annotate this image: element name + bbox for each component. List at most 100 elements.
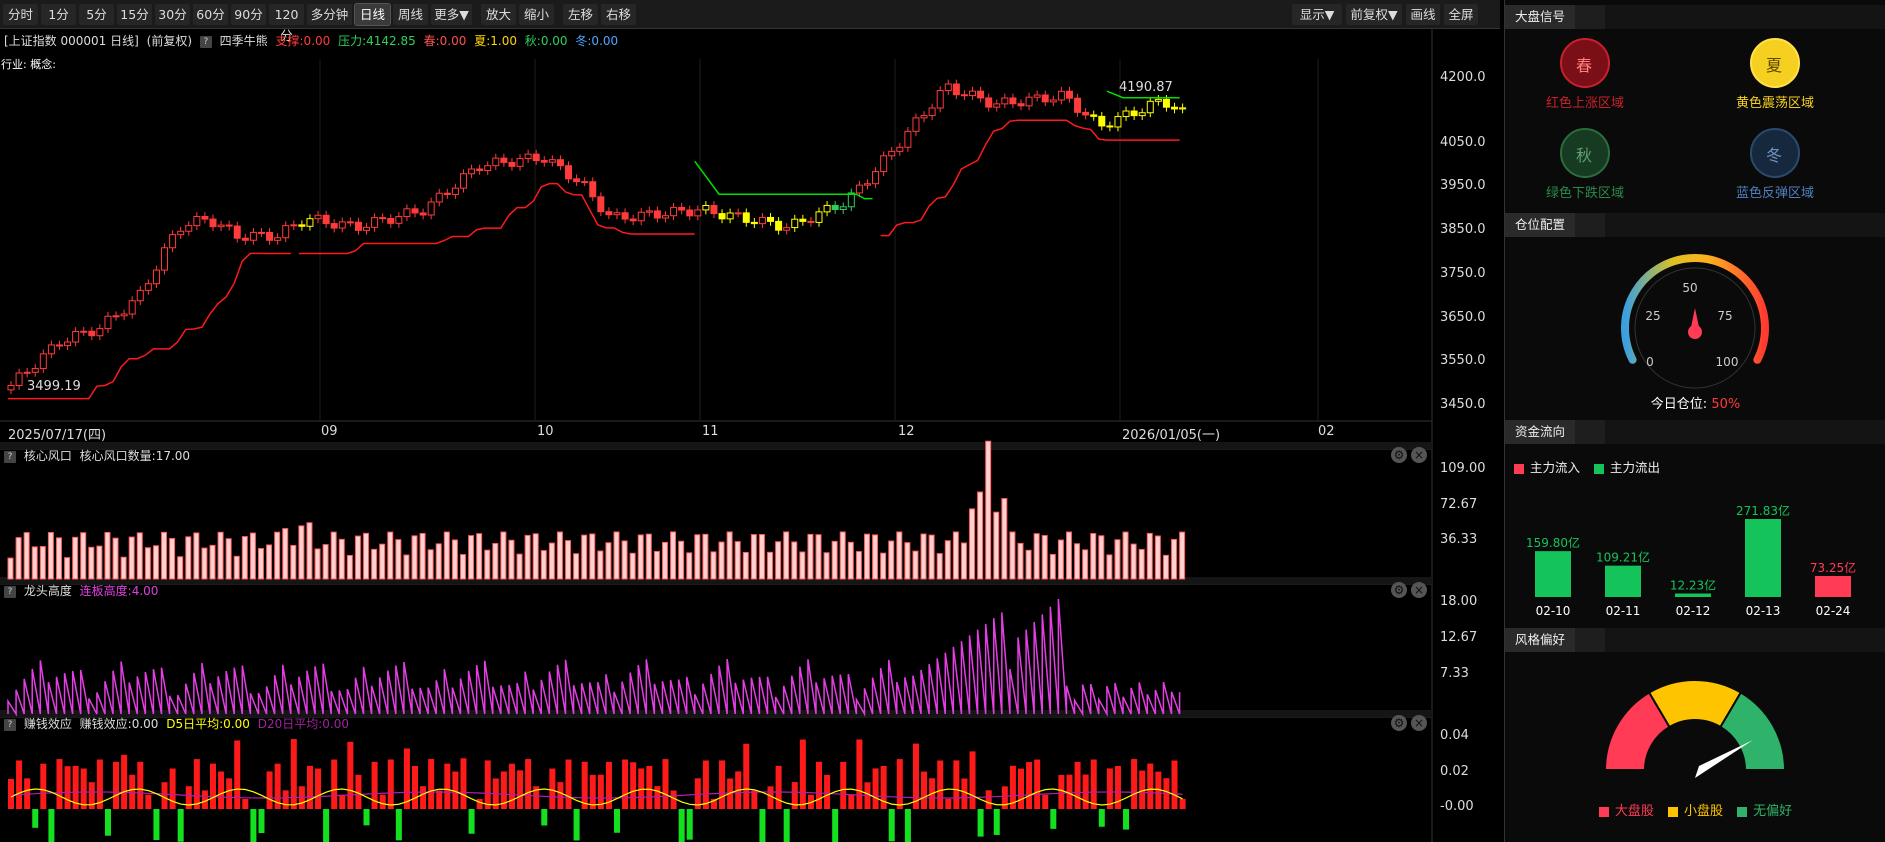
gear-icon[interactable]: ⚙ <box>1391 582 1407 598</box>
candle-body <box>904 130 912 148</box>
period-button[interactable]: 1分 <box>41 4 76 25</box>
help-icon[interactable]: ? <box>4 585 16 598</box>
panel2-tick: 12.67 <box>1440 630 1478 645</box>
core-theme-bar <box>23 532 30 580</box>
core-theme-bar <box>904 542 911 580</box>
core-theme-bar <box>694 534 701 580</box>
core-theme-bar <box>468 535 475 580</box>
summer-value: 夏:1.00 <box>474 34 517 48</box>
candle-body <box>371 217 379 228</box>
close-icon[interactable]: × <box>1411 447 1427 463</box>
toolbar-right-button[interactable]: 显示▼ <box>1292 4 1342 25</box>
period-button[interactable]: 分时 <box>3 4 38 25</box>
panel1-tick: 109.00 <box>1440 461 1486 476</box>
period-button[interactable]: 左移 <box>563 4 598 25</box>
close-icon[interactable]: × <box>1411 715 1427 731</box>
money-effect-bar <box>80 768 87 809</box>
period-button[interactable]: 多分钟 <box>307 4 352 25</box>
candle-body <box>993 103 1001 108</box>
money-effect-bar <box>210 763 216 809</box>
core-theme-bar <box>322 544 329 580</box>
core-theme-bar <box>920 533 927 580</box>
money-effect-bar <box>1179 798 1186 809</box>
core-theme-bar <box>451 539 458 580</box>
money-effect-bar <box>775 765 782 809</box>
money-effect-bar <box>339 794 346 809</box>
core-theme-bar <box>169 537 176 580</box>
candle-body <box>274 237 282 241</box>
money-effect-bar <box>783 809 790 842</box>
close-icon[interactable]: × <box>1411 582 1427 598</box>
period-button[interactable]: 日线 <box>354 3 391 26</box>
money-effect-bar <box>888 809 895 842</box>
core-theme-bar <box>1041 535 1048 580</box>
period-button[interactable]: 更多▼ <box>431 4 472 25</box>
candle-body <box>548 159 556 163</box>
period-button[interactable]: 右移 <box>601 4 636 25</box>
core-theme-bar <box>7 557 14 580</box>
candle-body <box>136 289 144 302</box>
toolbar-right-button[interactable]: 画线 <box>1406 4 1440 25</box>
period-button[interactable]: 60分 <box>193 4 228 25</box>
period-button[interactable]: 90分 <box>231 4 266 25</box>
toolbar-right-button[interactable]: 全屏 <box>1444 4 1478 25</box>
core-theme-bar <box>1106 554 1113 580</box>
gear-icon[interactable]: ⚙ <box>1391 715 1407 731</box>
core-theme-bar <box>209 544 216 580</box>
candle-body <box>1082 111 1090 116</box>
help-icon[interactable]: ? <box>4 718 16 731</box>
money-effect-bar <box>137 761 144 809</box>
candle-body <box>823 204 831 213</box>
candle-body <box>1017 103 1025 107</box>
gear-icon[interactable]: ⚙ <box>1391 447 1407 463</box>
core-theme-bar <box>1090 533 1097 580</box>
price-tick: 4050.0 <box>1440 135 1486 150</box>
period-button[interactable]: 120分 <box>269 4 304 43</box>
core-theme-bar <box>1179 531 1186 580</box>
core-theme-bar <box>605 542 612 580</box>
help-icon[interactable]: ? <box>199 35 212 48</box>
money-effect-bar <box>662 759 669 809</box>
flow-date-label: 02-13 <box>1746 604 1781 618</box>
period-button[interactable]: 缩小 <box>519 4 554 25</box>
core-theme-bar <box>1033 533 1040 580</box>
money-effect-bar <box>953 760 960 809</box>
money-effect-bar <box>412 765 418 809</box>
winter-shield-icon: 冬 <box>1750 128 1800 178</box>
candle-body <box>128 300 136 315</box>
period-button[interactable]: 30分 <box>155 4 190 25</box>
toolbar-right-button[interactable]: 前复权▼ <box>1346 4 1402 25</box>
candle-body <box>936 90 944 109</box>
period-button[interactable]: 放大 <box>481 4 516 25</box>
flow-bar <box>1535 551 1571 597</box>
candle-body <box>185 225 193 232</box>
candle-body <box>80 330 88 333</box>
help-icon[interactable]: ? <box>4 450 16 463</box>
candle-body <box>314 214 322 220</box>
candle-body <box>169 234 177 249</box>
today-position: 今日仓位: 50% <box>1650 397 1741 412</box>
core-theme-bar <box>524 534 531 580</box>
high-price-label: 4190.87 <box>1119 80 1173 95</box>
core-theme-bar <box>742 551 749 580</box>
core-theme-bar <box>863 533 870 580</box>
money-effect-bar <box>428 759 435 809</box>
candle-body <box>920 115 928 119</box>
candle-body <box>880 155 888 173</box>
candle-body <box>742 212 750 223</box>
core-theme-bar <box>1138 548 1145 580</box>
period-button[interactable]: 周线 <box>393 4 428 25</box>
period-button[interactable]: 15分 <box>117 4 152 25</box>
core-theme-bar <box>734 541 741 580</box>
money-effect-bar <box>420 786 427 809</box>
money-effect-bar <box>630 762 637 809</box>
chart-area[interactable]: [上证指数 000001 日线] (前复权) ? 四季牛熊 支撑:0.00 压力… <box>0 29 1500 842</box>
core-theme-bar <box>1122 531 1129 580</box>
candle-body <box>306 218 314 227</box>
candle-body <box>249 231 257 241</box>
candle-body <box>888 150 896 157</box>
core-theme-bar <box>128 536 135 580</box>
core-theme-bar <box>241 536 248 580</box>
candle-body <box>1122 110 1130 118</box>
period-button[interactable]: 5分 <box>79 4 114 25</box>
